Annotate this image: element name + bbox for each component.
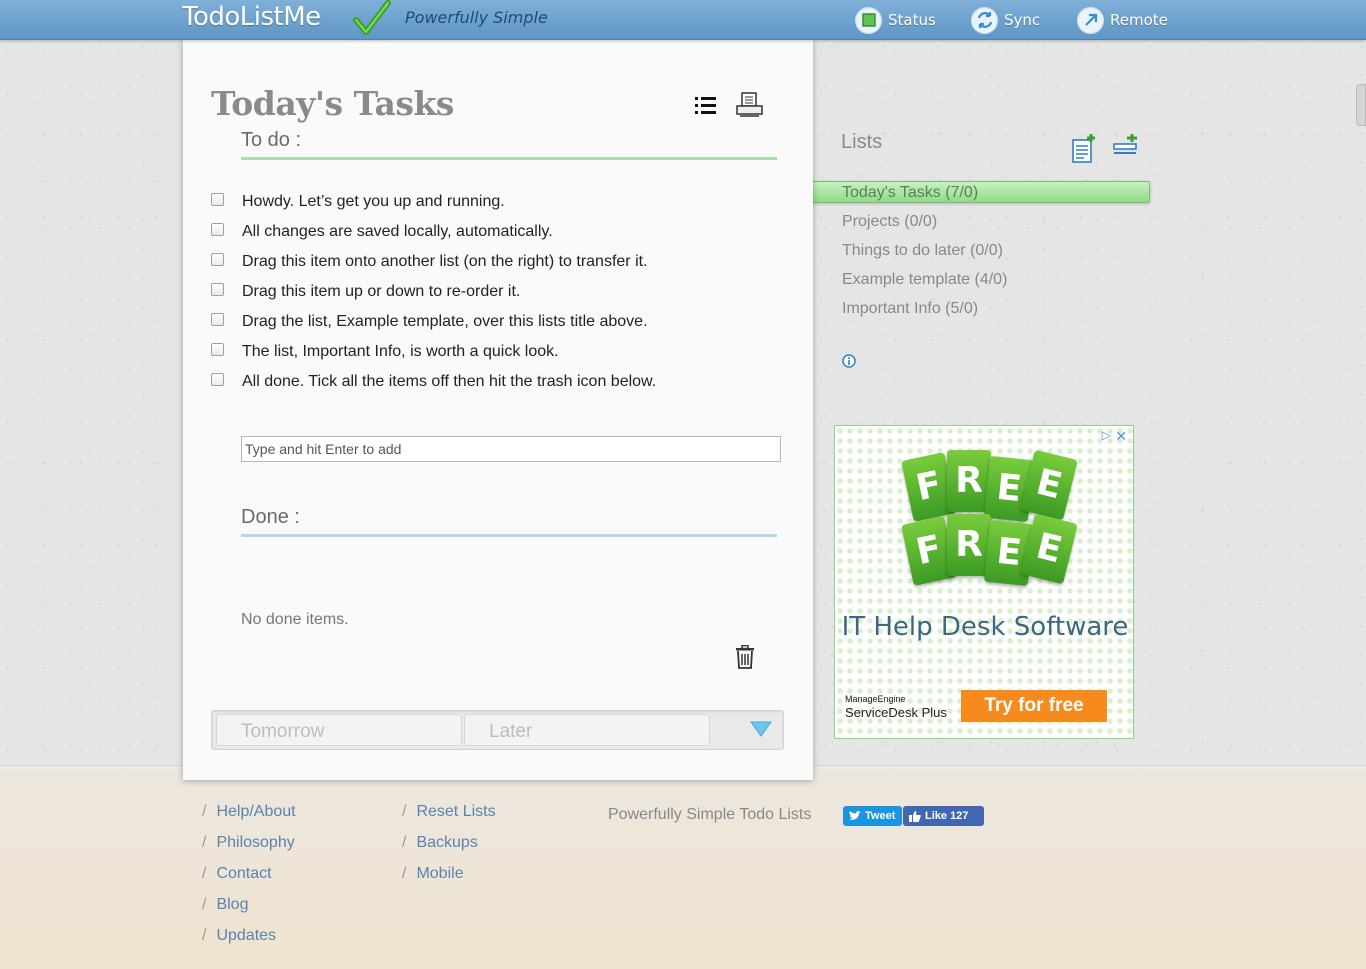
like-button[interactable]: Like 127 xyxy=(903,806,984,826)
footer-col-2: / Reset Lists / Backups / Mobile xyxy=(402,803,496,896)
footer-link-contact[interactable]: / Contact xyxy=(202,865,296,896)
ad-brand: ServiceDesk Plus xyxy=(845,705,947,720)
footer-link-reset-lists[interactable]: / Reset Lists xyxy=(402,803,496,834)
task-text[interactable]: All changes are saved locally, automatic… xyxy=(242,220,553,241)
task-item[interactable]: Howdy. Let’s get you up and running. xyxy=(211,190,801,220)
add-item-icon[interactable] xyxy=(1113,134,1139,156)
footer-link-label: Backups xyxy=(416,834,478,851)
list-item-projects[interactable]: Projects (0/0) xyxy=(796,210,1150,239)
footer: / Help/About / Philosophy / Contact / Blog /… xyxy=(0,765,1366,969)
task-text[interactable]: Drag the list, Example template, over th… xyxy=(242,310,648,331)
footer-link-label: Updates xyxy=(216,927,277,944)
add-list-icon[interactable] xyxy=(1071,134,1097,164)
task-text[interactable]: Drag this item up or down to re-order it… xyxy=(242,280,520,301)
list-title[interactable]: Today's Tasks xyxy=(211,84,454,123)
task-checkbox[interactable] xyxy=(211,253,224,266)
footer-tagline: Powerfully Simple Todo Lists xyxy=(608,806,812,823)
task-checkbox[interactable] xyxy=(211,283,224,296)
task-text[interactable]: Howdy. Let’s get you up and running. xyxy=(242,190,505,211)
todo-list: Howdy. Let’s get you up and running. All… xyxy=(211,190,801,400)
task-checkbox[interactable] xyxy=(211,343,224,356)
task-item[interactable]: All changes are saved locally, automatic… xyxy=(211,220,801,250)
footer-link-backups[interactable]: / Backups xyxy=(402,834,496,865)
nav-status-label: Status xyxy=(888,11,936,29)
task-checkbox[interactable] xyxy=(211,223,224,236)
footer-link-label: Reset Lists xyxy=(416,803,496,820)
footer-link-blog[interactable]: / Blog xyxy=(202,896,296,927)
footer-link-label: Help/About xyxy=(216,803,296,820)
list-view-icon[interactable] xyxy=(695,96,717,116)
task-item[interactable]: Drag the list, Example template, over th… xyxy=(211,310,801,340)
tagline: Powerfully Simple xyxy=(405,8,548,27)
task-text[interactable]: The list, Important Info, is worth a qui… xyxy=(242,340,559,361)
tab-later[interactable]: Later xyxy=(464,714,710,746)
bottom-tabs: Tomorrow Later xyxy=(211,710,784,750)
footer-link-label: Philosophy xyxy=(216,834,295,851)
tab-tomorrow[interactable]: Tomorrow xyxy=(216,714,462,746)
sync-icon xyxy=(971,6,998,34)
twitter-bird-icon xyxy=(849,811,861,820)
nav-sync[interactable]: Sync xyxy=(971,6,1040,34)
tweet-label: Tweet xyxy=(865,810,896,822)
ad-cta-button[interactable]: Try for free xyxy=(961,690,1107,722)
side-scroll-tab[interactable] xyxy=(1356,84,1366,126)
no-done-message: No done items. xyxy=(241,611,349,628)
list-item-important-info[interactable]: Important Info (5/0) xyxy=(796,297,1150,326)
footer-link-label: Blog xyxy=(216,896,249,913)
remote-icon xyxy=(1077,6,1104,34)
like-label: Like 127 xyxy=(925,810,969,822)
task-item[interactable]: Drag this item up or down to re-order it… xyxy=(211,280,801,310)
print-icon[interactable] xyxy=(736,92,764,118)
info-icon[interactable] xyxy=(842,354,856,368)
nav-remote[interactable]: Remote xyxy=(1077,6,1168,34)
advertisement[interactable]: F R E E F R E E IT Help Desk Software Ma… xyxy=(834,425,1134,739)
task-text[interactable]: All done. Tick all the items off then hi… xyxy=(242,370,656,391)
triangle-down-icon[interactable] xyxy=(750,721,772,737)
footer-link-philosophy[interactable]: / Philosophy xyxy=(202,834,296,865)
list-item-example-template[interactable]: Example template (4/0) xyxy=(796,268,1150,297)
task-checkbox[interactable] xyxy=(211,193,224,206)
footer-link-mobile[interactable]: / Mobile xyxy=(402,865,496,896)
list-item-things-later[interactable]: Things to do later (0/0) xyxy=(796,239,1150,268)
task-text[interactable]: Drag this item onto another list (on the… xyxy=(242,250,648,271)
task-item[interactable]: The list, Important Info, is worth a qui… xyxy=(211,340,801,370)
task-checkbox[interactable] xyxy=(211,373,224,386)
trash-icon[interactable] xyxy=(735,645,755,669)
nav-sync-label: Sync xyxy=(1004,11,1041,29)
lists-nav: Today's Tasks (7/0) Projects (0/0) Thing… xyxy=(796,181,1150,326)
ad-headline: IT Help Desk Software xyxy=(841,612,1129,642)
add-task-input[interactable] xyxy=(241,436,781,462)
thumbs-up-icon xyxy=(909,810,921,822)
list-item-todays-tasks[interactable]: Today's Tasks (7/0) xyxy=(796,181,1150,203)
ad-brand-small: ManageEngine xyxy=(845,694,906,704)
app-logo[interactable]: TodoListMe xyxy=(182,2,321,32)
ad-close-icon[interactable]: ✕ xyxy=(1115,428,1127,445)
top-bar: TodoListMe Powerfully Simple Status Sync… xyxy=(0,0,1366,40)
footer-col-1: / Help/About / Philosophy / Contact / Blog /… xyxy=(202,803,296,958)
footer-link-updates[interactable]: / Updates xyxy=(202,927,296,958)
footer-link-label: Mobile xyxy=(416,865,464,882)
nav-remote-label: Remote xyxy=(1110,11,1168,29)
task-checkbox[interactable] xyxy=(211,313,224,326)
lists-heading: Lists xyxy=(841,131,883,153)
nav-status[interactable]: Status xyxy=(855,6,936,34)
task-item[interactable]: Drag this item onto another list (on the… xyxy=(211,250,801,280)
status-icon xyxy=(855,6,882,34)
tweet-button[interactable]: Tweet xyxy=(843,806,902,826)
footer-link-help[interactable]: / Help/About xyxy=(202,803,296,834)
checkmark-logo-icon xyxy=(353,0,391,35)
footer-link-label: Contact xyxy=(216,865,272,882)
done-heading: Done : xyxy=(241,506,777,537)
ad-choices-icon[interactable]: ▷ xyxy=(1102,428,1111,442)
task-item[interactable]: All done. Tick all the items off then hi… xyxy=(211,370,801,400)
list-card: Today's Tasks To do : Howdy. Let’s get y… xyxy=(183,40,813,780)
todo-heading: To do : xyxy=(241,129,777,160)
